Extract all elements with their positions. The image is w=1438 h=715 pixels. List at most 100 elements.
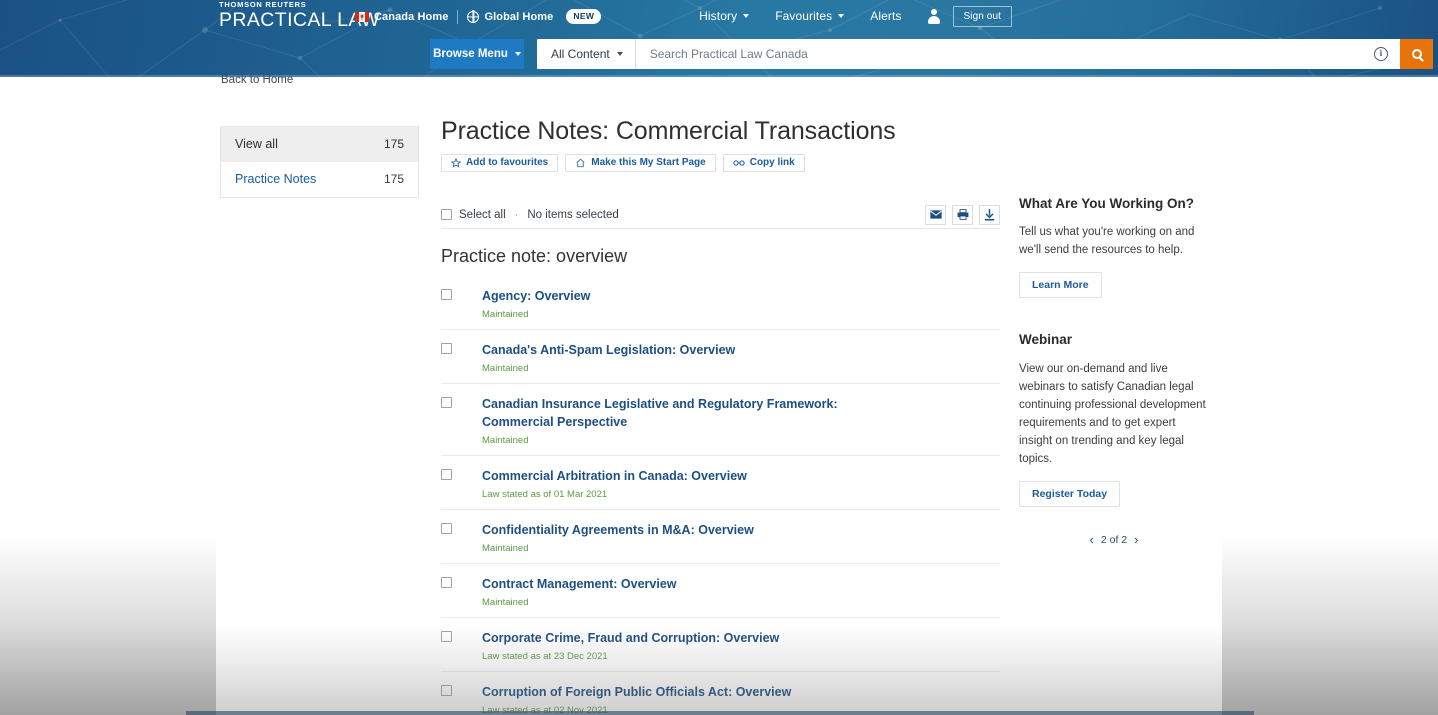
result-body: Contract Management: Overview Maintained — [482, 575, 677, 608]
search-submit-button[interactable] — [1400, 39, 1433, 69]
result-checkbox[interactable] — [441, 397, 452, 408]
canada-flag-icon — [355, 11, 369, 22]
canada-home-link[interactable]: Canada Home — [355, 11, 448, 23]
result-title-link[interactable]: Canadian Insurance Legislative and Regul… — [482, 395, 912, 431]
result-row: Canada's Anti-Spam Legislation: Overview… — [441, 330, 1000, 384]
result-checkbox[interactable] — [441, 289, 452, 300]
results-list: Agency: Overview Maintained Canada's Ant… — [441, 276, 1000, 715]
result-row: Agency: Overview Maintained — [441, 276, 1000, 330]
home-icon — [575, 158, 586, 168]
home-links: Canada Home Global Home NEW — [355, 8, 602, 25]
select-all-checkbox[interactable] — [441, 209, 452, 220]
search-box: All Content i — [537, 39, 1433, 69]
results-toolbar: Select all · No items selected — [441, 201, 1000, 229]
global-home-label: Global Home — [484, 10, 554, 23]
user-account-icon[interactable] — [927, 8, 941, 24]
copy-link-label: Copy link — [749, 157, 795, 168]
result-checkbox[interactable] — [441, 343, 452, 354]
working-on-title: What Are You Working On? — [1019, 196, 1194, 211]
working-on-body: Tell us what you're working on and we'll… — [1019, 226, 1195, 256]
practical-law-search-results-page: THOMSON REUTERS PRACTICAL LAW Canada Hom… — [0, 0, 1438, 715]
new-badge: NEW — [566, 9, 602, 24]
email-icon[interactable] — [925, 204, 946, 225]
result-status: Maintained — [482, 597, 529, 608]
result-status: Maintained — [482, 309, 529, 320]
content-scope-label: All Content — [551, 47, 610, 61]
add-to-favourites-label: Add to favourites — [466, 157, 549, 168]
result-checkbox[interactable] — [441, 685, 452, 696]
chevron-left-icon[interactable]: ‹ — [1090, 533, 1094, 546]
select-all-label[interactable]: Select all — [459, 209, 506, 221]
right-rail: What Are You Working On? Tell us what yo… — [1019, 196, 1209, 546]
result-status: Law stated as at 23 Dec 2021 — [482, 651, 608, 662]
result-body: Canadian Insurance Legislative and Regul… — [482, 395, 912, 446]
result-title-link[interactable]: Corruption of Foreign Public Officials A… — [482, 683, 791, 701]
alerts-label: Alerts — [870, 9, 902, 23]
result-checkbox[interactable] — [441, 577, 452, 588]
search-input[interactable] — [635, 39, 1374, 69]
toolbar-delivery-icons — [925, 204, 1000, 225]
result-row: Corporate Crime, Fraud and Corruption: O… — [441, 618, 1000, 672]
header-utility-nav: History Favourites Alerts Sign out — [686, 5, 1012, 27]
alerts-link[interactable]: Alerts — [857, 9, 914, 23]
search-icon — [1411, 49, 1422, 59]
result-row: Commercial Arbitration in Canada: Overvi… — [441, 456, 1000, 510]
learn-more-button[interactable]: Learn More — [1019, 272, 1102, 298]
print-icon[interactable] — [952, 204, 973, 225]
result-checkbox[interactable] — [441, 469, 452, 480]
webinar-body: View our on-demand and live webinars to … — [1019, 363, 1206, 465]
result-body: Commercial Arbitration in Canada: Overvi… — [482, 467, 747, 500]
history-menu[interactable]: History — [686, 9, 762, 23]
history-label: History — [699, 9, 738, 23]
result-checkbox[interactable] — [441, 523, 452, 534]
result-title-link[interactable]: Contract Management: Overview — [482, 575, 677, 593]
back-to-home-link[interactable]: Back to Home — [221, 74, 293, 86]
download-icon[interactable] — [979, 204, 1000, 225]
content-scope-dropdown[interactable]: All Content — [537, 39, 636, 69]
sign-out-button[interactable]: Sign out — [952, 5, 1012, 27]
result-title-link[interactable]: Corporate Crime, Fraud and Corruption: O… — [482, 629, 779, 647]
page-action-buttons: Add to favourites Make this My Start Pag… — [441, 154, 805, 172]
toolbar-separator: · — [514, 208, 519, 221]
global-home-link[interactable]: Global Home — [467, 10, 554, 23]
chevron-down-icon — [616, 52, 623, 56]
result-row: Corruption of Foreign Public Officials A… — [441, 672, 1000, 715]
pager-status: 2 of 2 — [1100, 533, 1128, 546]
site-header: THOMSON REUTERS PRACTICAL LAW Canada Hom… — [0, 0, 1438, 77]
result-body: Canada's Anti-Spam Legislation: Overview… — [482, 341, 735, 374]
filter-item-view-all[interactable]: View all 175 — [221, 127, 418, 162]
chevron-down-icon — [743, 14, 750, 18]
info-icon[interactable]: i — [1374, 47, 1388, 61]
star-icon — [451, 157, 461, 168]
selection-status: No items selected — [527, 208, 619, 221]
filter-label: View all — [235, 137, 278, 151]
result-title-link[interactable]: Agency: Overview — [482, 287, 590, 305]
add-to-favourites-button[interactable]: Add to favourites — [441, 154, 559, 172]
favourites-menu[interactable]: Favourites — [762, 9, 857, 23]
search-bar-row: Browse Menu All Content i — [430, 39, 1433, 69]
result-body: Agency: Overview Maintained — [482, 287, 590, 320]
filter-count: 175 — [383, 172, 404, 186]
filter-item-practice-notes[interactable]: Practice Notes 175 — [221, 162, 418, 197]
viewport-edge-shade-left — [0, 77, 216, 715]
result-row: Contract Management: Overview Maintained — [441, 564, 1000, 618]
browse-menu-button[interactable]: Browse Menu — [430, 39, 524, 69]
result-row: Confidentiality Agreements in M&A: Overv… — [441, 510, 1000, 564]
viewport-edge-shade-right — [1222, 77, 1438, 715]
webinar-title: Webinar — [1019, 332, 1073, 347]
make-start-page-button[interactable]: Make this My Start Page — [565, 154, 716, 172]
result-checkbox[interactable] — [441, 631, 452, 642]
register-today-button[interactable]: Register Today — [1019, 481, 1121, 507]
result-body: Corporate Crime, Fraud and Corruption: O… — [482, 629, 779, 662]
canada-home-label: Canada Home — [374, 10, 449, 23]
result-title-link[interactable]: Commercial Arbitration in Canada: Overvi… — [482, 467, 747, 485]
result-title-link[interactable]: Confidentiality Agreements in M&A: Overv… — [482, 521, 754, 539]
result-title-link[interactable]: Canada's Anti-Spam Legislation: Overview — [482, 341, 735, 359]
make-start-page-label: Make this My Start Page — [591, 157, 706, 168]
filter-label: Practice Notes — [235, 172, 317, 186]
home-links-divider — [457, 9, 459, 24]
window-bottom-edge — [186, 711, 1254, 715]
chevron-right-icon[interactable]: › — [1134, 533, 1138, 546]
copy-link-button[interactable]: Copy link — [722, 154, 805, 172]
content-type-filter-card: View all 175 Practice Notes 175 — [220, 126, 419, 198]
